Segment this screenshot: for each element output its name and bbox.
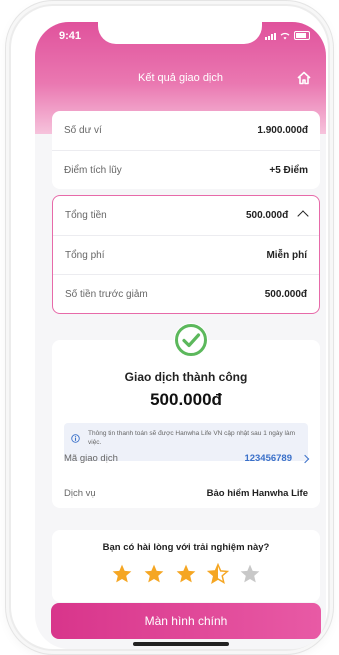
txid-row[interactable]: Mã giao dịch 123456789	[64, 453, 310, 464]
star-rating[interactable]	[52, 563, 320, 585]
total-label: Tổng tiền	[65, 210, 107, 221]
total-value: 500.000đ	[245, 210, 289, 221]
points-value: +5 Điểm	[269, 164, 308, 176]
fee-row: Tổng phí Miễn phí	[53, 235, 319, 274]
points-row: Điểm tích lũy +5 Điểm	[52, 150, 320, 189]
balance-card: Số dư ví 1.900.000đ Điểm tích lũy +5 Điể…	[52, 111, 320, 189]
star-filled-icon[interactable]	[143, 563, 165, 585]
app-screen: 9:41 Kết quả giao dịch Số dư ví 1.900.00…	[35, 22, 326, 649]
info-icon	[71, 434, 80, 443]
wifi-icon	[280, 32, 290, 40]
txid-label: Mã giao dịch	[64, 453, 118, 464]
before-discount-value: 500.000đ	[264, 288, 307, 300]
total-card: Tổng tiền 500.000đ Tổng phí Miễn phí Số …	[52, 195, 320, 314]
chevron-right-icon[interactable]	[300, 454, 310, 463]
status-time: 9:41	[59, 30, 82, 42]
result-amount: 500.000đ	[150, 390, 222, 409]
info-text: Thông tin thanh toán sẽ được Hanwha Life…	[88, 430, 295, 446]
signal-icon	[265, 33, 276, 40]
status-bar: 9:41	[35, 22, 326, 52]
phone-frame: 9:41 Kết quả giao dịch Số dư ví 1.900.00…	[11, 6, 328, 649]
fee-value: Miễn phí	[266, 249, 307, 261]
rating-question: Bạn có hài lòng với trải nghiệm này?	[102, 542, 270, 553]
service-row: Dịch vụ Bảo hiểm Hanwha Life	[64, 488, 308, 499]
main-screen-button[interactable]: Màn hình chính	[51, 603, 321, 639]
check-circle-icon	[174, 323, 208, 357]
points-label: Điểm tích lũy	[64, 164, 122, 176]
chevron-up-icon[interactable]	[297, 210, 309, 222]
notch	[98, 22, 262, 44]
star-filled-icon[interactable]	[175, 563, 197, 585]
fee-label: Tổng phí	[65, 249, 105, 261]
service-value: Bảo hiểm Hanwha Life	[206, 488, 308, 499]
result-title: Giao dịch thành công	[124, 370, 248, 384]
balance-label: Số dư ví	[64, 125, 102, 136]
star-empty-icon[interactable]	[239, 563, 261, 585]
before-discount-row: Số tiền trước giảm 500.000đ	[53, 274, 319, 313]
home-icon[interactable]	[296, 70, 312, 86]
rating-card: Bạn có hài lòng với trải nghiệm này?	[52, 530, 320, 602]
before-discount-label: Số tiền trước giảm	[65, 288, 148, 300]
service-label: Dịch vụ	[64, 488, 96, 499]
star-filled-icon[interactable]	[111, 563, 133, 585]
balance-value: 1.900.000đ	[257, 125, 308, 136]
txid-value[interactable]: 123456789	[244, 453, 292, 464]
total-row[interactable]: Tổng tiền 500.000đ	[53, 196, 319, 235]
home-indicator	[133, 642, 229, 646]
result-card: Giao dịch thành công 500.000đ Thông tin …	[52, 340, 320, 508]
page-title: Kết quả giao dịch	[137, 72, 223, 84]
star-half-icon[interactable]	[207, 563, 229, 585]
status-icons	[265, 31, 310, 40]
battery-icon	[294, 31, 310, 40]
balance-row: Số dư ví 1.900.000đ	[52, 111, 320, 150]
